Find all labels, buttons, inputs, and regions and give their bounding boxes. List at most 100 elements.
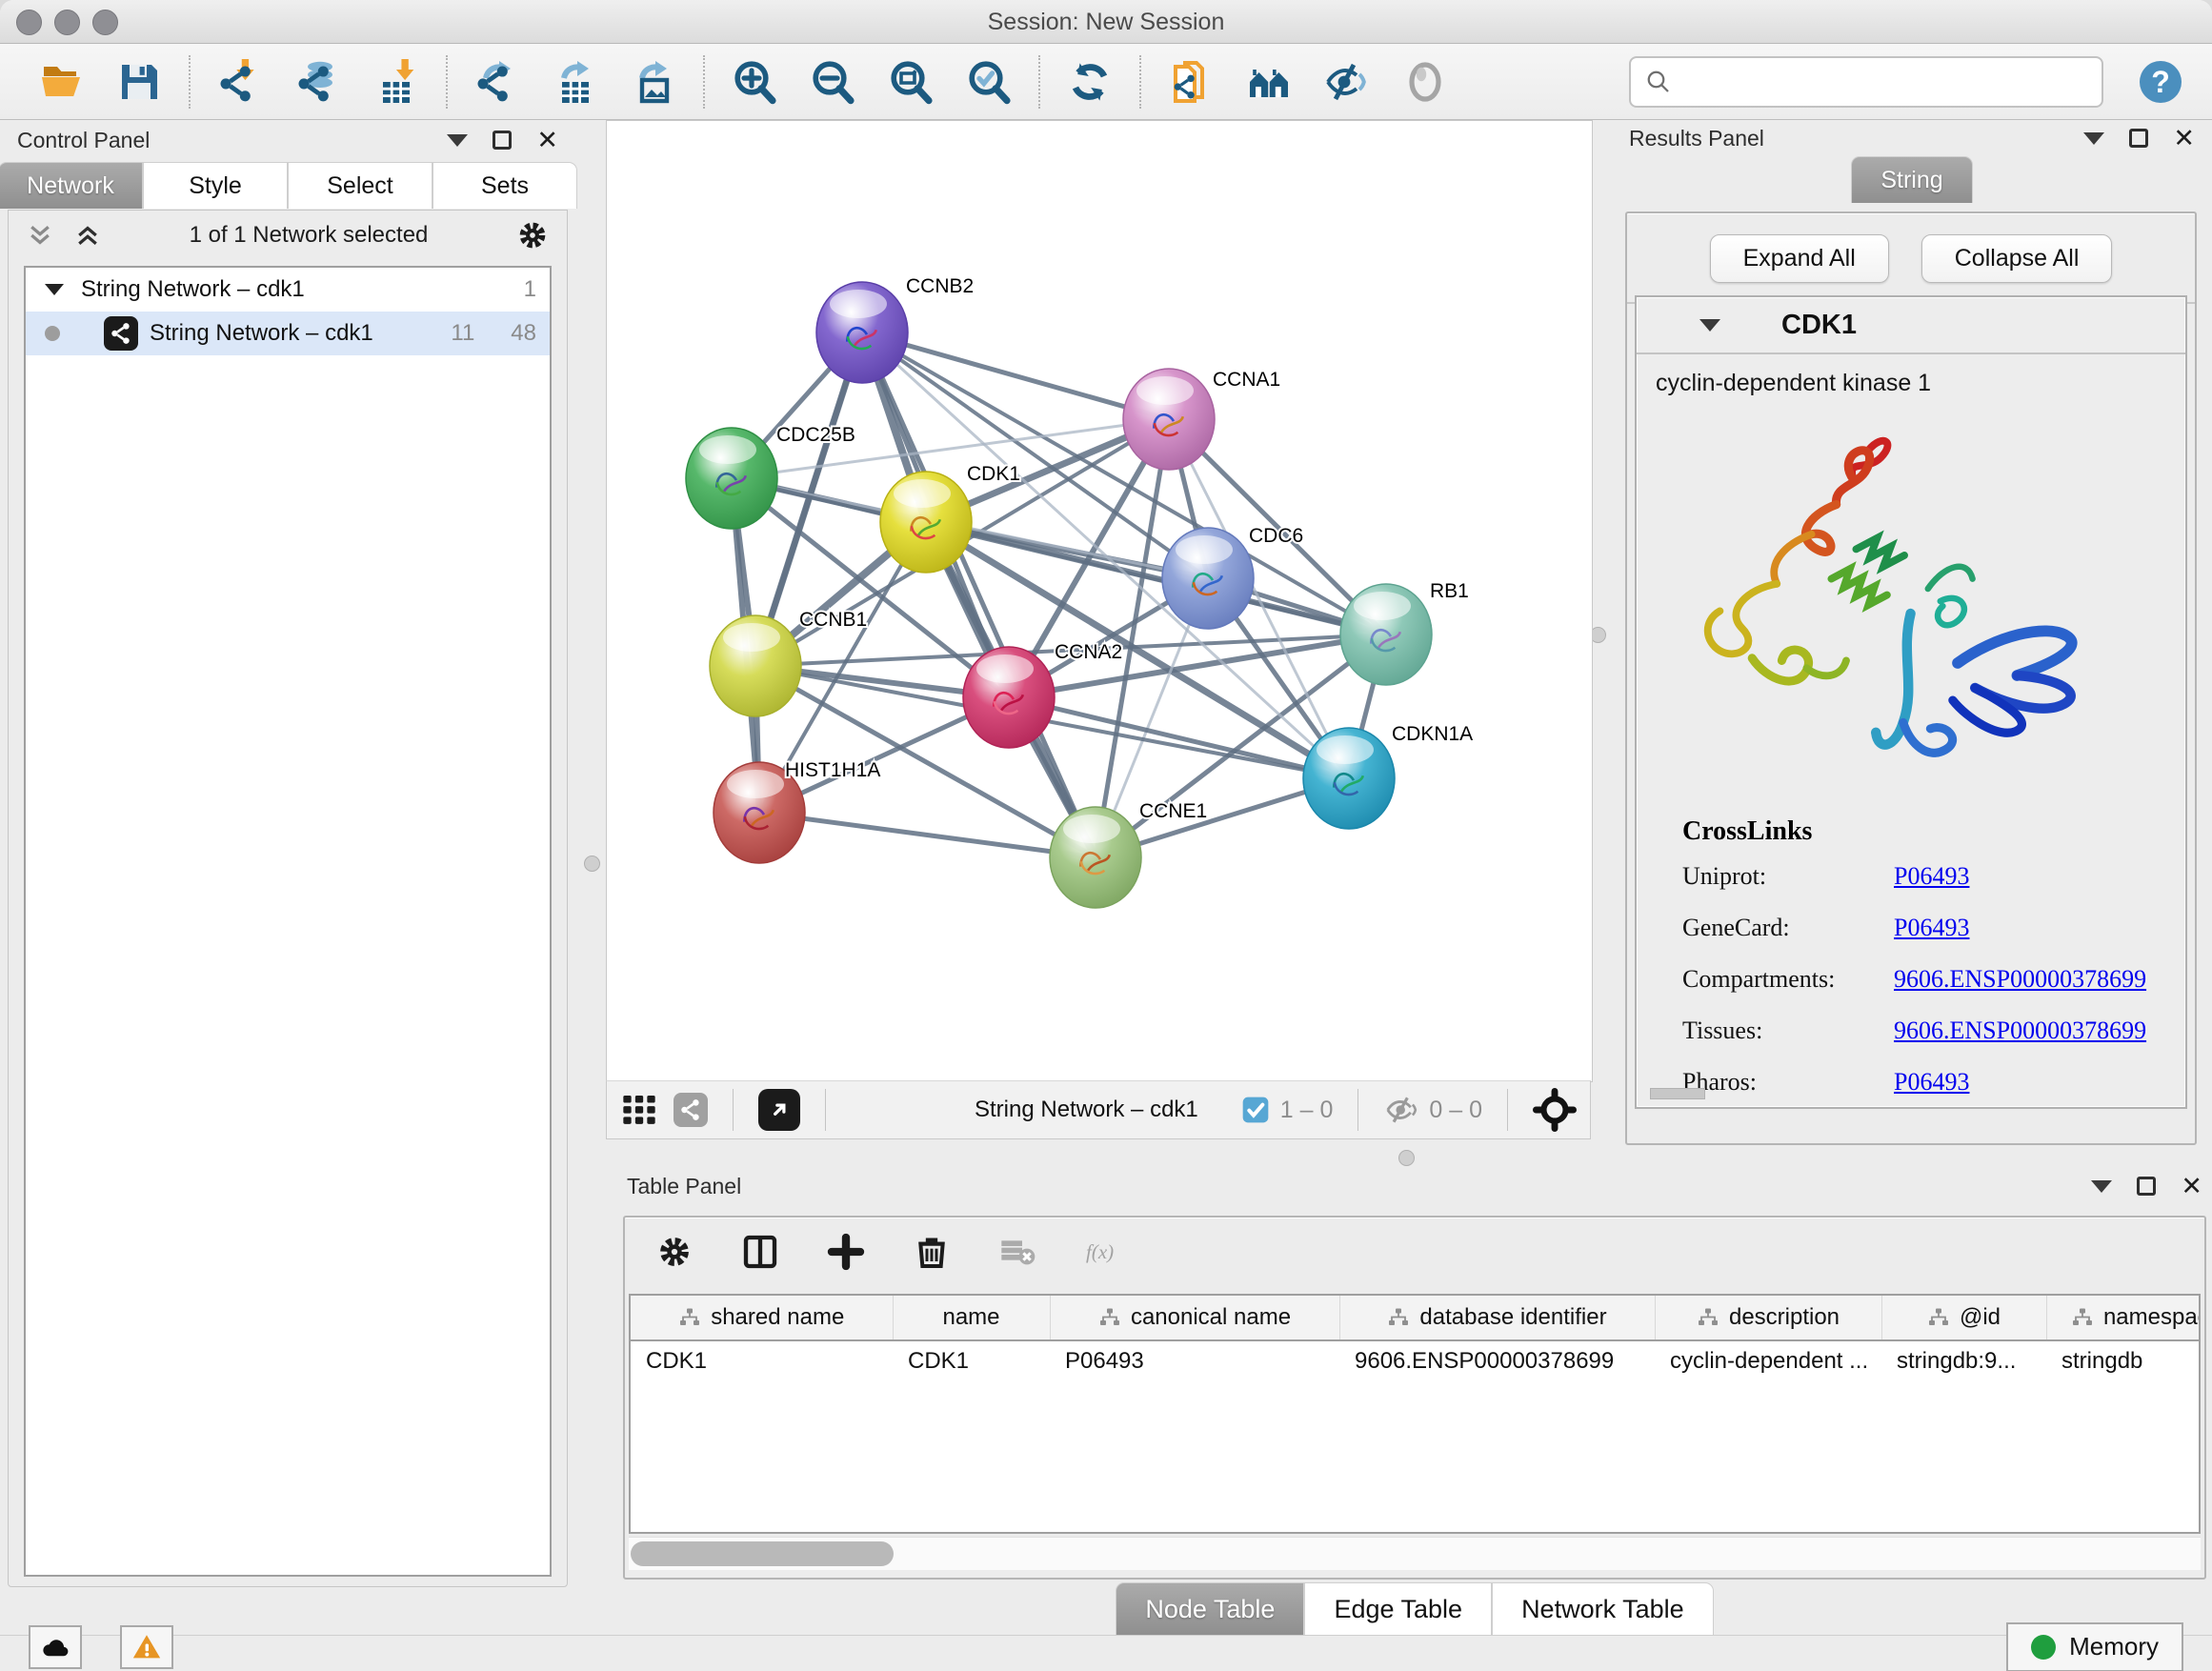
delete-column-button[interactable] (907, 1227, 956, 1277)
column-header-name[interactable]: name (893, 1296, 1050, 1340)
tab-style[interactable]: Style (143, 162, 288, 209)
table-cell[interactable]: CDK1 (631, 1340, 893, 1381)
results-panel-float-button[interactable] (2129, 129, 2148, 148)
table-panel-close-button[interactable]: ✕ (2181, 1174, 2202, 1199)
tab-edge-table[interactable]: Edge Table (1304, 1582, 1492, 1635)
tab-network-table[interactable]: Network Table (1492, 1582, 1714, 1635)
save-session-button[interactable] (114, 57, 164, 107)
function-builder-button[interactable]: f(x) (1078, 1227, 1128, 1277)
node-CDKN1A[interactable]: CDKN1A (1303, 723, 1473, 829)
network-canvas[interactable]: CCNB2CCNA1CDC25BCDK1CDC6RB1CCNB1CCNA2CDK… (606, 120, 1593, 1082)
zoom-in-button[interactable] (730, 57, 779, 107)
presentation-eye-button[interactable] (1400, 57, 1450, 107)
table-hscrollbar[interactable] (629, 1537, 2201, 1570)
selected-checkbox-icon[interactable] (1240, 1095, 1271, 1125)
crosslink-value-link[interactable]: P06493 (1894, 862, 1969, 891)
table-panel-float-button[interactable] (2137, 1177, 2156, 1196)
collection-expand-icon[interactable] (45, 284, 64, 295)
birds-eye-target-icon[interactable] (1533, 1088, 1577, 1132)
search-box[interactable] (1629, 56, 2103, 108)
edge-CCNB2-CCNE1[interactable] (862, 332, 1096, 857)
eye-slash-icon[interactable] (1383, 1092, 1419, 1128)
table-cell[interactable]: stringdb:9... (1881, 1340, 2046, 1381)
grid-view-icon[interactable] (620, 1091, 658, 1129)
node-CCNE1[interactable]: CCNE1 (1050, 800, 1207, 908)
import-database-button[interactable] (293, 57, 343, 107)
tab-select[interactable]: Select (288, 162, 432, 209)
zoom-out-button[interactable] (808, 57, 857, 107)
export-network-button[interactable] (473, 57, 522, 107)
network-options-gear-icon[interactable] (515, 218, 550, 252)
network-type-badge[interactable] (674, 1093, 708, 1127)
table-cell[interactable]: cyclin-dependent ... (1655, 1340, 1881, 1381)
export-table-button[interactable] (551, 57, 600, 107)
hide-unhide-button[interactable] (1322, 57, 1372, 107)
table-panel-menu-icon[interactable] (2091, 1180, 2112, 1193)
control-panel-close-button[interactable]: ✕ (536, 128, 558, 153)
table-cell[interactable]: stringdb (2046, 1340, 2201, 1381)
open-in-new-badge[interactable] (758, 1089, 800, 1131)
expand-all-icon[interactable] (73, 221, 102, 250)
zoom-selected-button[interactable] (964, 57, 1014, 107)
cdk1-collapse-icon[interactable] (1699, 319, 1720, 332)
crosslink-value-link[interactable]: 9606.ENSP00000378699 (1894, 965, 2146, 994)
node-RB1[interactable]: RB1 (1340, 580, 1469, 685)
crosslink-value-link[interactable]: P06493 (1894, 1068, 1969, 1097)
import-network-button[interactable] (215, 57, 265, 107)
collapse-all-icon[interactable] (26, 221, 54, 250)
string-network-graph[interactable]: CCNB2CCNA1CDC25BCDK1CDC6RB1CCNB1CCNA2CDK… (607, 121, 1590, 1079)
tab-network[interactable]: Network (0, 162, 143, 209)
string-home-button[interactable] (1244, 57, 1294, 107)
cdk1-card-header[interactable]: CDK1 (1637, 297, 2185, 354)
crosslink-value-link[interactable]: 9606.ENSP00000378699 (1894, 1017, 2146, 1045)
collapse-all-button[interactable]: Collapse All (1921, 234, 2113, 283)
warnings-button[interactable] (120, 1625, 173, 1669)
cloud-status-button[interactable] (29, 1625, 82, 1669)
left-splitter-handle[interactable] (584, 856, 600, 872)
tab-sets[interactable]: Sets (432, 162, 577, 209)
node-CDC25B[interactable]: CDC25B (686, 424, 855, 529)
expand-all-button[interactable]: Expand All (1710, 234, 1889, 283)
zoom-fit-button[interactable] (886, 57, 935, 107)
node-CDK1[interactable]: CDK1 (880, 463, 1020, 573)
table-options-button[interactable] (650, 1227, 699, 1277)
node-CCNB2[interactable]: CCNB2 (816, 275, 974, 383)
results-panel-menu-icon[interactable] (2083, 132, 2104, 145)
results-scrollbar-thumb[interactable] (1650, 1088, 1705, 1099)
network-collection-row[interactable]: String Network – cdk1 1 (26, 268, 550, 312)
edge-HIST1H1A-CCNE1[interactable] (759, 813, 1096, 857)
create-column-button[interactable] (821, 1227, 871, 1277)
tab-string[interactable]: String (1851, 156, 1972, 203)
table-row[interactable]: CDK1CDK1P064939606.ENSP00000378699cyclin… (631, 1340, 2201, 1381)
node-HIST1H1A[interactable]: HIST1H1A (714, 759, 880, 863)
crosslink-value-link[interactable]: P06493 (1894, 914, 1969, 942)
help-button[interactable]: ? (2136, 57, 2185, 107)
column-header-id[interactable]: @id (1881, 1296, 2046, 1340)
node-CDC6[interactable]: CDC6 (1162, 525, 1303, 629)
control-panel-float-button[interactable] (493, 131, 512, 150)
column-header-shared-name[interactable]: shared name (631, 1296, 893, 1340)
export-image-button[interactable] (629, 57, 678, 107)
share-document-button[interactable] (1166, 57, 1216, 107)
column-header-database-identifier[interactable]: database identifier (1339, 1296, 1655, 1340)
control-panel-menu-icon[interactable] (447, 134, 468, 147)
bottom-splitter-handle[interactable] (1398, 1150, 1415, 1166)
import-table-button[interactable] (372, 57, 421, 107)
table-cell[interactable]: CDK1 (893, 1340, 1050, 1381)
column-header-namespace[interactable]: namespace (2046, 1296, 2201, 1340)
apply-layout-button[interactable] (1065, 57, 1115, 107)
open-file-button[interactable] (36, 57, 86, 107)
tab-node-table[interactable]: Node Table (1116, 1582, 1304, 1635)
table-cell[interactable]: P06493 (1050, 1340, 1339, 1381)
delete-table-button[interactable] (993, 1227, 1042, 1277)
network-row[interactable]: String Network – cdk1 11 48 (26, 312, 550, 355)
table-hscrollbar-thumb[interactable] (631, 1541, 894, 1566)
table-cell[interactable]: 9606.ENSP00000378699 (1339, 1340, 1655, 1381)
node-CCNA1[interactable]: CCNA1 (1123, 369, 1280, 470)
memory-button[interactable]: Memory (2006, 1622, 2183, 1671)
column-header-description[interactable]: description (1655, 1296, 1881, 1340)
results-panel-close-button[interactable]: ✕ (2173, 126, 2195, 151)
search-input[interactable] (1682, 68, 2088, 96)
show-columns-button[interactable] (735, 1227, 785, 1277)
node-table[interactable]: shared namenamecanonical namedatabase id… (629, 1294, 2201, 1534)
